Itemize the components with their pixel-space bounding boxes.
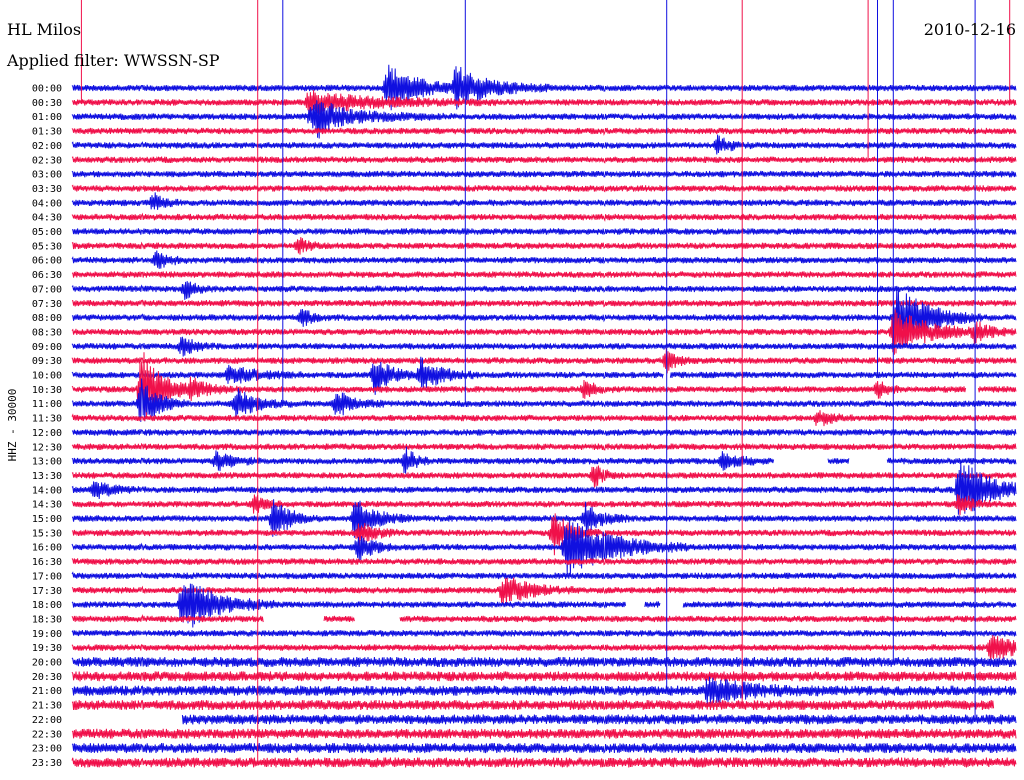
row-time-label: 06:30 bbox=[32, 270, 62, 281]
row-time-label: 18:30 bbox=[32, 614, 62, 625]
seismogram: 00:00 00:30 01:00 01:30 02:00 02:30 03:00 03:30… bbox=[0, 0, 1024, 780]
row-time-label: 22:30 bbox=[32, 729, 62, 740]
row-time-label: 19:00 bbox=[32, 629, 62, 640]
row-time-label: 09:00 bbox=[32, 342, 62, 353]
row-time-label: 21:00 bbox=[32, 686, 62, 697]
row-time-label: 12:30 bbox=[32, 442, 62, 453]
row-time-label: 20:30 bbox=[32, 672, 62, 683]
row-time-label: 07:00 bbox=[32, 284, 62, 295]
row-time-label: 17:30 bbox=[32, 586, 62, 597]
row-time-label: 20:00 bbox=[32, 658, 62, 669]
row-time-label: 05:00 bbox=[32, 227, 62, 238]
row-time-label: 03:30 bbox=[32, 184, 62, 195]
row-time-label: 11:30 bbox=[32, 414, 62, 425]
row-time-label: 18:00 bbox=[32, 600, 62, 611]
row-time-label: 16:30 bbox=[32, 557, 62, 568]
row-time-label: 14:30 bbox=[32, 500, 62, 511]
row-time-label: 05:30 bbox=[32, 241, 62, 252]
row-time-label: 01:00 bbox=[32, 112, 62, 123]
row-time-label: 08:00 bbox=[32, 313, 62, 324]
row-time-label: 06:00 bbox=[32, 256, 62, 267]
row-time-label: 13:30 bbox=[32, 471, 62, 482]
station-title: HL Milos bbox=[7, 20, 81, 39]
row-time-label: 19:30 bbox=[32, 643, 62, 654]
date-label: 2010-12-16 bbox=[924, 20, 1016, 39]
row-time-label: 00:30 bbox=[32, 98, 62, 109]
row-time-label: 11:00 bbox=[32, 399, 62, 410]
row-time-label: 08:30 bbox=[32, 327, 62, 338]
row-time-label: 23:30 bbox=[32, 758, 62, 769]
row-time-label: 02:30 bbox=[32, 155, 62, 166]
row-time-label: 10:30 bbox=[32, 385, 62, 396]
row-time-label: 15:30 bbox=[32, 528, 62, 539]
row-time-label: 14:00 bbox=[32, 485, 62, 496]
row-time-label: 02:00 bbox=[32, 141, 62, 152]
row-time-label: 22:00 bbox=[32, 715, 62, 726]
row-time-label: 07:30 bbox=[32, 299, 62, 310]
row-time-label: 03:00 bbox=[32, 170, 62, 181]
row-time-label: 00:00 bbox=[32, 84, 62, 95]
row-time-label: 13:00 bbox=[32, 457, 62, 468]
row-time-label: 15:00 bbox=[32, 514, 62, 525]
row-time-label: 12:00 bbox=[32, 428, 62, 439]
row-time-label: 04:00 bbox=[32, 198, 62, 209]
y-axis-label: HHZ - 30000 bbox=[6, 389, 19, 462]
row-time-label: 09:30 bbox=[32, 356, 62, 367]
row-time-label: 23:00 bbox=[32, 744, 62, 755]
row-time-label: 21:30 bbox=[32, 701, 62, 712]
row-time-label: 01:30 bbox=[32, 127, 62, 138]
row-time-label: 17:00 bbox=[32, 571, 62, 582]
filter-label: Applied filter: WWSSN-SP bbox=[6, 51, 220, 70]
row-time-label: 16:00 bbox=[32, 543, 62, 554]
row-time-label: 04:30 bbox=[32, 213, 62, 224]
row-time-label: 10:00 bbox=[32, 371, 62, 382]
